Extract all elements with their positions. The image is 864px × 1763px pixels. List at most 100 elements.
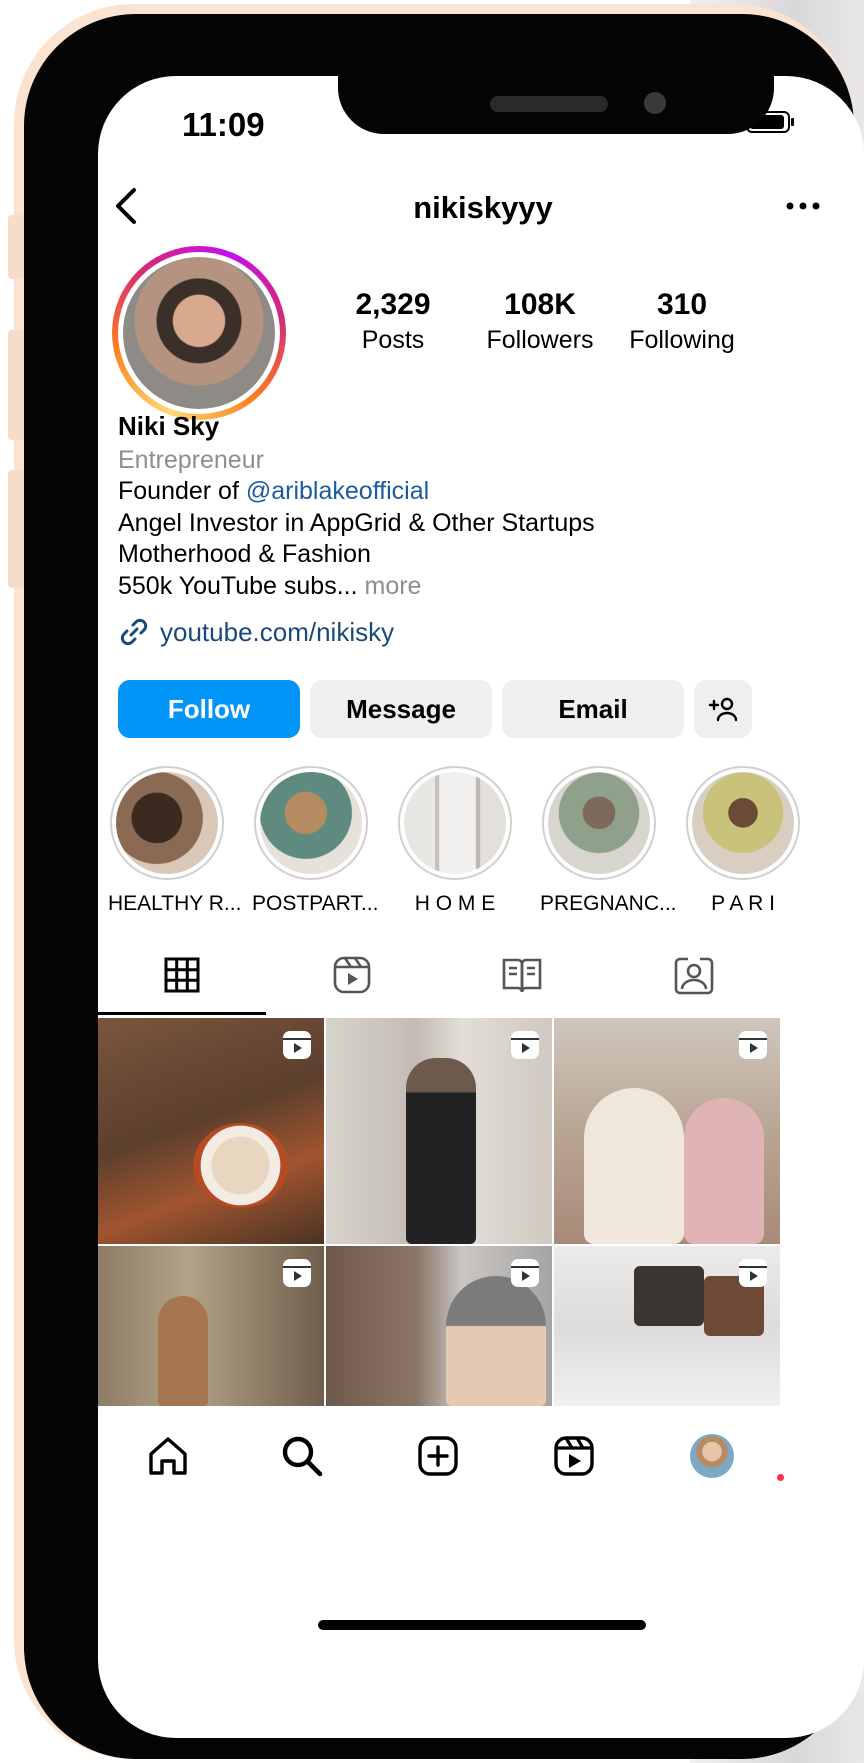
highlight-ring [542, 766, 656, 880]
bio-website-link[interactable]: youtube.com/nikisky [118, 616, 394, 648]
tab-grid[interactable] [98, 936, 266, 1014]
plus-square-icon [418, 1436, 458, 1476]
post-image-detail [193, 1123, 288, 1208]
stat-value: 108K [504, 288, 576, 321]
stat-value: 2,329 [355, 288, 431, 321]
avatar [690, 1434, 734, 1478]
speaker [490, 96, 608, 112]
website-url: youtube.com/nikisky [160, 616, 395, 647]
home-icon [149, 1437, 187, 1475]
add-person-icon [708, 697, 738, 722]
follow-button[interactable]: Follow [118, 680, 300, 738]
email-button[interactable]: Email [502, 680, 684, 738]
highlight-label: HEALTHY R... [108, 892, 242, 915]
grid-icon [164, 957, 200, 993]
status-time: 11:09 [182, 106, 265, 143]
post-image-detail [634, 1266, 704, 1326]
bio-line-motherhood: Motherhood & Fashion [118, 540, 371, 568]
stat-value: 310 [656, 288, 708, 321]
highlight-label: POSTPART... [252, 892, 379, 915]
highlight-ring [398, 766, 512, 880]
reels-icon [554, 1436, 594, 1476]
highlight-cover [116, 772, 218, 874]
profile-username: nikiskyyy [413, 190, 553, 225]
post-thumbnail[interactable] [554, 1246, 780, 1406]
bio-name: Niki Sky [118, 411, 220, 441]
reel-badge-icon [511, 1031, 539, 1059]
post-thumbnail[interactable] [98, 1018, 324, 1244]
nav-reels[interactable] [544, 1426, 604, 1486]
highlight-cover [404, 772, 506, 874]
post-grid [98, 1018, 864, 1406]
highlight-label: H O M E [414, 892, 496, 915]
stat-following[interactable]: 310 Following [612, 288, 752, 355]
bio-line-investor: Angel Investor in AppGrid & Other Startu… [118, 509, 595, 537]
more-options-icon[interactable] [778, 186, 828, 226]
bio-mention-link[interactable]: @ariblakeofficial [246, 477, 429, 505]
post-thumbnail[interactable] [554, 1018, 780, 1244]
stat-posts[interactable]: 2,329 Posts [338, 288, 448, 355]
stat-label: Followers [486, 326, 594, 354]
link-icon [120, 618, 148, 646]
stat-followers[interactable]: 108K Followers [470, 288, 610, 355]
highlight-ring [254, 766, 368, 880]
nav-home[interactable] [138, 1426, 198, 1486]
reel-badge-icon [739, 1259, 767, 1287]
post-image-detail [446, 1276, 546, 1406]
highlight-item[interactable]: H O M E [396, 766, 514, 916]
avatar-inner [118, 252, 280, 414]
tab-reels[interactable] [268, 936, 436, 1014]
post-thumbnail[interactable] [326, 1018, 552, 1244]
post-image-detail [584, 1088, 684, 1244]
highlight-ring [110, 766, 224, 880]
active-tab-indicator [98, 1012, 266, 1015]
message-button[interactable]: Message [310, 680, 492, 738]
bio-line-founder: Founder of @ariblakeofficial [118, 477, 429, 506]
content-tabs [98, 936, 864, 1016]
notification-dot [777, 1474, 784, 1481]
tab-tagged[interactable] [610, 936, 778, 1014]
camera [644, 92, 666, 114]
reel-badge-icon [283, 1031, 311, 1059]
post-image-detail [406, 1058, 476, 1244]
post-image-detail [158, 1296, 208, 1406]
suggested-users-button[interactable] [694, 680, 752, 738]
phone-body: 11:09 nikiskyyy 2,329 Posts 108K Followe… [24, 14, 864, 1759]
reels-icon [333, 956, 371, 994]
reel-badge-icon [283, 1259, 311, 1287]
reel-badge-icon [511, 1259, 539, 1287]
highlight-cover [260, 772, 362, 874]
nav-create[interactable] [408, 1426, 468, 1486]
reel-badge-icon [739, 1031, 767, 1059]
notch [338, 76, 774, 134]
post-thumbnail[interactable] [98, 1246, 324, 1406]
phone-screen: 11:09 nikiskyyy 2,329 Posts 108K Followe… [98, 76, 864, 1738]
bio-line-youtube: 550k YouTube subs... more [118, 572, 421, 601]
nav-search[interactable] [272, 1426, 332, 1486]
avatar [123, 257, 275, 409]
back-chevron-icon[interactable] [108, 186, 148, 226]
bio-more-link[interactable]: more [365, 572, 422, 600]
nav-profile[interactable] [682, 1426, 742, 1486]
highlight-label: P A R I [711, 892, 775, 915]
guides-icon [502, 958, 542, 993]
highlight-item[interactable]: P A R I [684, 766, 802, 916]
home-indicator[interactable] [318, 1620, 646, 1630]
bottom-navigation [98, 1406, 864, 1506]
highlight-cover [548, 772, 650, 874]
tab-guides[interactable] [438, 936, 606, 1014]
search-icon [282, 1436, 323, 1477]
highlight-item[interactable]: POSTPART... [252, 766, 379, 916]
post-image-detail [684, 1098, 764, 1244]
post-thumbnail[interactable] [326, 1246, 552, 1406]
stat-label: Posts [361, 326, 425, 354]
tagged-person-icon [674, 957, 714, 995]
profile-avatar-story-ring[interactable] [112, 246, 286, 420]
highlight-label: PREGNANC... [540, 892, 677, 915]
stat-label: Following [629, 326, 735, 354]
highlight-cover [692, 772, 794, 874]
bio-text: 550k YouTube subs... [118, 572, 358, 600]
highlight-item[interactable]: PREGNANC... [540, 766, 677, 916]
bio-category: Entrepreneur [118, 446, 264, 474]
highlight-item[interactable]: HEALTHY R... [108, 766, 242, 916]
